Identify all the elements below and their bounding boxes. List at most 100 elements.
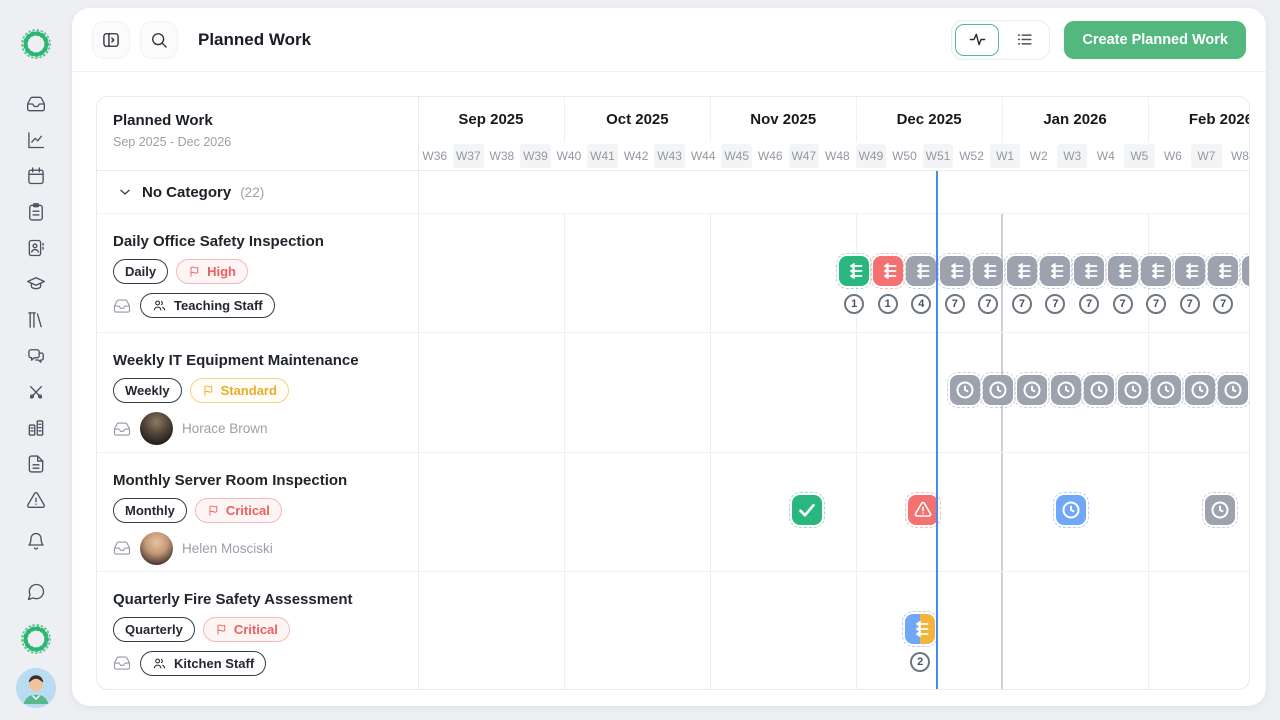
assignee-team-label: Kitchen Staff bbox=[174, 656, 254, 671]
sidebar-item-library[interactable] bbox=[26, 310, 46, 330]
category-label: No Category bbox=[142, 184, 231, 201]
month-header: Sep 2025 bbox=[418, 97, 564, 142]
week-header: W6 bbox=[1158, 144, 1189, 168]
sidebar-item-inbox[interactable] bbox=[26, 94, 46, 114]
sidebar-item-calendar[interactable] bbox=[26, 166, 46, 186]
timeline-marker-list[interactable] bbox=[1074, 256, 1104, 286]
occurrence-count: 7 bbox=[945, 294, 965, 314]
frequency-badge: Quarterly bbox=[113, 617, 195, 642]
clock-glyph-icon bbox=[1188, 378, 1212, 402]
timeline-marker-clock[interactable] bbox=[983, 375, 1013, 405]
inbox-icon bbox=[113, 654, 131, 672]
timeline-marker-list[interactable] bbox=[1208, 256, 1238, 286]
page-title: Planned Work bbox=[198, 30, 311, 50]
assignee-team-pill[interactable]: Kitchen Staff bbox=[140, 651, 266, 676]
column-divider bbox=[418, 97, 419, 689]
assignee-team-pill[interactable]: Teaching Staff bbox=[140, 293, 275, 318]
month-header: Oct 2025 bbox=[564, 97, 710, 142]
task-info[interactable]: Weekly IT Equipment MaintenanceWeeklySta… bbox=[97, 333, 418, 451]
timeline-marker-list[interactable] bbox=[905, 614, 935, 644]
occurrence-count: 1 bbox=[878, 294, 898, 314]
assignee-person[interactable]: Horace Brown bbox=[140, 412, 268, 445]
timeline-marker-check[interactable] bbox=[792, 495, 822, 525]
sidebar-item-tools[interactable] bbox=[26, 382, 46, 402]
timeline-marker-clock[interactable] bbox=[1151, 375, 1181, 405]
timeline-marker-list[interactable] bbox=[906, 256, 936, 286]
timeline-marker-clock[interactable] bbox=[1118, 375, 1148, 405]
priority-badge: Critical bbox=[203, 617, 290, 642]
building-icon bbox=[26, 418, 46, 438]
sidebar-item-contacts[interactable] bbox=[26, 238, 46, 258]
assignee-name: Horace Brown bbox=[182, 421, 268, 436]
timeline-marker-list[interactable] bbox=[940, 256, 970, 286]
clock-glyph-icon bbox=[953, 378, 977, 402]
task-info[interactable]: Daily Office Safety InspectionDailyHighT… bbox=[97, 214, 418, 332]
task-title: Weekly IT Equipment Maintenance bbox=[113, 352, 404, 369]
timeline-panel: Planned Work Sep 2025 - Dec 2026 Sep 202… bbox=[96, 96, 1250, 690]
sidebar-item-messages[interactable] bbox=[26, 346, 46, 366]
timeline-marker-list[interactable] bbox=[873, 256, 903, 286]
clock-glyph-icon bbox=[1154, 378, 1178, 402]
collapse-panel-button[interactable] bbox=[92, 21, 130, 59]
list-glyph-icon bbox=[908, 617, 932, 641]
timeline-marker-clock[interactable] bbox=[1218, 375, 1248, 405]
task-info[interactable]: Quarterly Fire Safety Assessment Quarterl… bbox=[97, 572, 418, 690]
messages-icon bbox=[26, 346, 46, 366]
sidebar-item-logo[interactable] bbox=[18, 621, 54, 657]
list-glyph-icon bbox=[1245, 259, 1250, 283]
timeline-marker-list[interactable] bbox=[1141, 256, 1171, 286]
week-header: W51 bbox=[923, 144, 954, 168]
task-info[interactable]: Monthly Server Room InspectionMonthlyCri… bbox=[97, 453, 418, 571]
timeline-marker-clock[interactable] bbox=[1205, 495, 1235, 525]
week-header: W3 bbox=[1057, 144, 1088, 168]
timeline-marker-list[interactable] bbox=[839, 256, 869, 286]
timeline-marker-list[interactable] bbox=[1040, 256, 1070, 286]
timeline-marker-clock[interactable] bbox=[1185, 375, 1215, 405]
timeline-marker-warning[interactable] bbox=[908, 495, 938, 525]
sidebar-item-training[interactable] bbox=[26, 274, 46, 294]
timeline-marker-clock[interactable] bbox=[1051, 375, 1081, 405]
inbox-icon bbox=[113, 420, 131, 438]
sidebar-item-warning[interactable] bbox=[26, 490, 46, 510]
week-header: W4 bbox=[1091, 144, 1122, 168]
check-glyph-icon bbox=[795, 498, 819, 522]
priority-badge: Standard bbox=[190, 378, 289, 403]
clipboard-icon bbox=[26, 202, 46, 222]
week-header: W44 bbox=[688, 144, 719, 168]
search-button[interactable] bbox=[140, 21, 178, 59]
clock-glyph-icon bbox=[986, 378, 1010, 402]
timeline-marker-clock[interactable] bbox=[1084, 375, 1114, 405]
chevron-down-icon bbox=[117, 184, 133, 200]
sidebar-item-building[interactable] bbox=[26, 418, 46, 438]
week-header: W36 bbox=[420, 144, 451, 168]
sidebar-item-document[interactable] bbox=[26, 454, 46, 474]
timeline-marker-list[interactable] bbox=[1007, 256, 1037, 286]
list-view-button[interactable] bbox=[1002, 24, 1046, 56]
timeline-view-button[interactable] bbox=[955, 24, 999, 56]
chat-icon bbox=[26, 582, 46, 602]
create-planned-work-button[interactable]: Create Planned Work bbox=[1064, 21, 1246, 59]
today-marker-line bbox=[936, 171, 938, 689]
timeline-marker-list[interactable] bbox=[973, 256, 1003, 286]
category-row[interactable]: No Category (22) bbox=[97, 171, 1249, 214]
list-glyph-icon bbox=[943, 259, 967, 283]
week-header: W40 bbox=[554, 144, 585, 168]
sidebar-item-bell[interactable] bbox=[26, 531, 46, 551]
assignee-person[interactable]: Helen Mosciski bbox=[140, 532, 273, 565]
timeline-marker-list[interactable] bbox=[1108, 256, 1138, 286]
sidebar-item-chat[interactable] bbox=[26, 582, 46, 602]
task-title: Quarterly Fire Safety Assessment bbox=[113, 591, 404, 608]
timeline-marker-clock[interactable] bbox=[1017, 375, 1047, 405]
warning-glyph-icon bbox=[911, 498, 935, 522]
sidebar-item-analytics[interactable] bbox=[26, 130, 46, 150]
timeline-marker-clock[interactable] bbox=[1056, 495, 1086, 525]
timeline-marker-list[interactable] bbox=[1175, 256, 1205, 286]
week-header: W5 bbox=[1124, 144, 1155, 168]
training-icon bbox=[26, 274, 46, 294]
clock-glyph-icon bbox=[1121, 378, 1145, 402]
sidebar-item-clipboard[interactable] bbox=[26, 202, 46, 222]
user-avatar[interactable] bbox=[16, 668, 56, 708]
timeline-marker-clock[interactable] bbox=[950, 375, 980, 405]
timeline-marker-list[interactable] bbox=[1242, 256, 1250, 286]
avatar[interactable] bbox=[16, 668, 56, 708]
